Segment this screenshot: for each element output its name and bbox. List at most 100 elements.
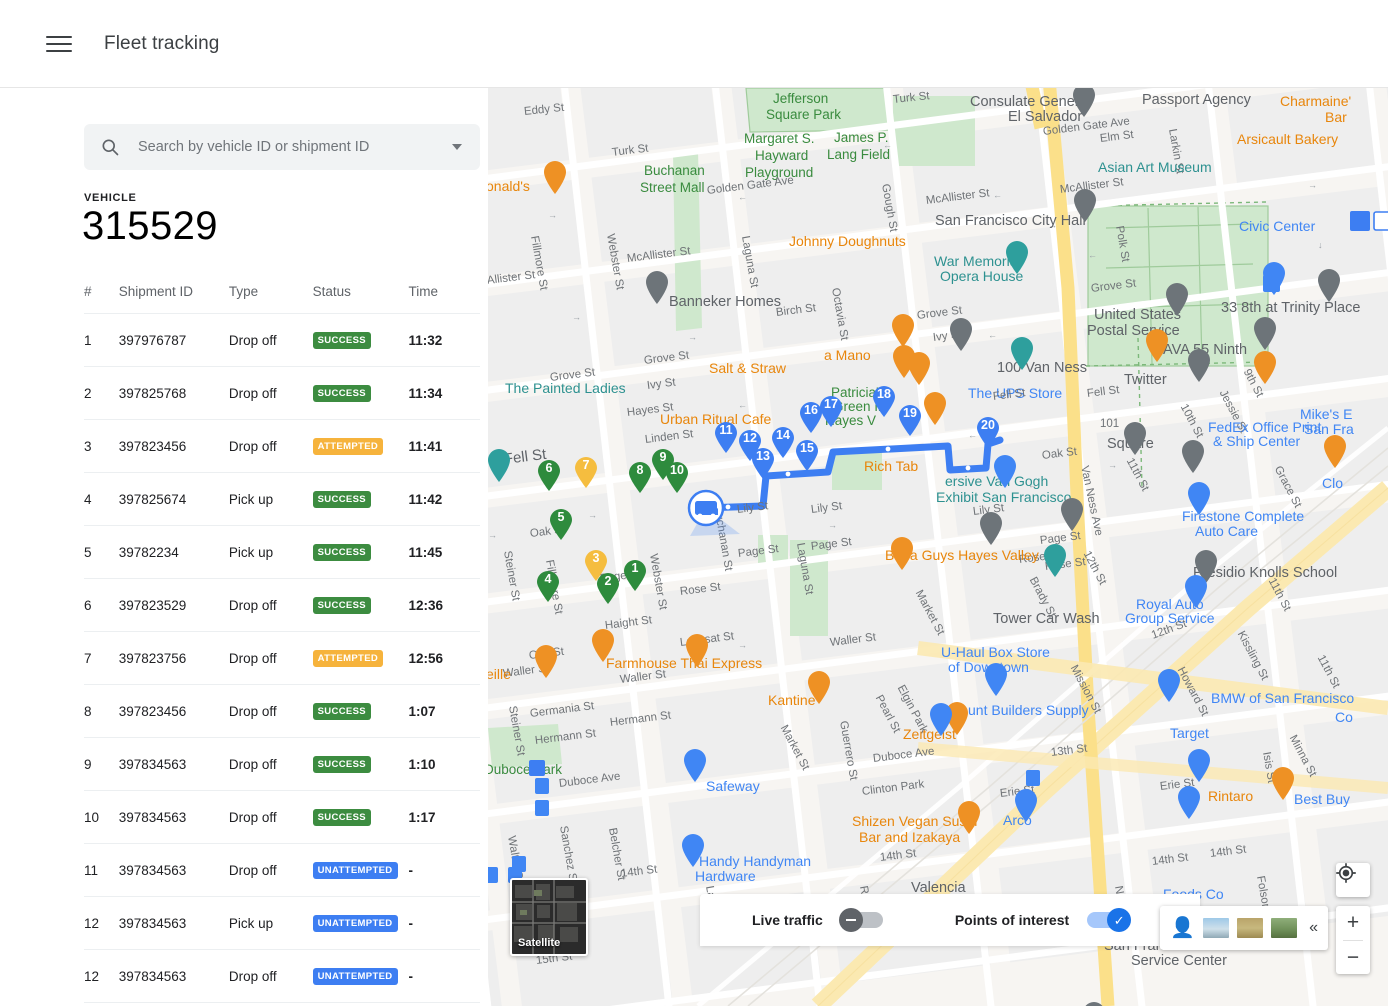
- cell-status: ATTEMPTED: [313, 632, 409, 685]
- satellite-toggle[interactable]: Satellite: [510, 878, 588, 956]
- stop-pin-number: 19: [897, 406, 923, 420]
- cell-type: Drop off: [229, 1003, 313, 1006]
- stop-pin-20[interactable]: 20: [975, 415, 1001, 449]
- table-row[interactable]: 12397834563Drop offUNATTEMPTED-: [84, 950, 480, 1003]
- column-header-num: #: [84, 284, 119, 314]
- cell-shipment-id: 397834563: [119, 844, 229, 897]
- cell-shipment-id: 397976787: [119, 314, 229, 367]
- search-icon: [100, 137, 120, 157]
- table-row[interactable]: 10397834563Drop offSUCCESS1:17: [84, 791, 480, 844]
- cell-shipment-id: 397834563: [119, 791, 229, 844]
- stop-pin-number: 4: [535, 572, 561, 586]
- table-row[interactable]: 8397823456Drop offSUCCESS1:07: [84, 685, 480, 738]
- status-badge: SUCCESS: [313, 703, 371, 720]
- live-traffic-label: Live traffic: [752, 912, 823, 928]
- cell-type: Pick up: [229, 897, 313, 950]
- chevron-down-icon[interactable]: [452, 144, 462, 150]
- shipments-table: # Shipment ID Type Status Time 139797678…: [84, 284, 480, 1006]
- table-row[interactable]: 3397823456Drop offATTEMPTED11:41: [84, 420, 480, 473]
- stop-pin-3[interactable]: 3: [583, 548, 609, 582]
- vehicle-label: VEHICLE: [84, 192, 137, 204]
- map-options-bar: Live traffic Points of interest ✓: [700, 894, 1200, 946]
- my-location-icon[interactable]: [1336, 863, 1370, 897]
- cell-time: 12:56: [409, 632, 480, 685]
- cell-type: Drop off: [229, 632, 313, 685]
- stop-pin-4[interactable]: 4: [535, 569, 561, 603]
- table-body: 1397976787Drop offSUCCESS11:322397825768…: [84, 314, 480, 1006]
- stop-pin-number: 17: [818, 397, 844, 411]
- table-row[interactable]: 9397834563Drop offSUCCESS1:10: [84, 738, 480, 791]
- cell-shipment-id: 39782234: [119, 526, 229, 579]
- pegman-icon[interactable]: 👤: [1170, 918, 1195, 938]
- app-bar: Fleet tracking: [0, 0, 1388, 88]
- search-bar[interactable]: [84, 124, 480, 170]
- stop-pin-15[interactable]: 15: [794, 438, 820, 472]
- cell-status: UNATTEMPTED: [313, 844, 409, 897]
- cell-type: Drop off: [229, 844, 313, 897]
- expand-chevron-icon[interactable]: «: [1309, 919, 1318, 937]
- cell-shipment-id: 397823456: [119, 420, 229, 473]
- cell-status: UNATTEMPTED: [313, 1003, 409, 1006]
- street-view-thumb-2[interactable]: [1237, 918, 1263, 938]
- live-traffic-toggle-item[interactable]: Live traffic: [752, 912, 883, 928]
- cell-num: 12: [84, 897, 119, 950]
- street-view-thumb-1[interactable]: [1203, 918, 1229, 938]
- cell-num: 5: [84, 526, 119, 579]
- cell-type: Pick up: [229, 473, 313, 526]
- stop-pin-18[interactable]: 18: [871, 384, 897, 418]
- stop-pin-19[interactable]: 19: [897, 403, 923, 437]
- table-row[interactable]: 6397823529Drop offSUCCESS12:36: [84, 579, 480, 632]
- status-badge: SUCCESS: [313, 385, 371, 402]
- search-input[interactable]: [138, 139, 452, 155]
- cell-num: 8: [84, 685, 119, 738]
- column-header-status: Status: [313, 284, 409, 314]
- stop-pin-11[interactable]: 11: [713, 420, 739, 454]
- cell-status: ATTEMPTED: [313, 420, 409, 473]
- table-row[interactable]: 12397834563Pick upUNATTEMPTED-: [84, 897, 480, 950]
- status-badge: SUCCESS: [313, 597, 371, 614]
- street-view-thumb-3[interactable]: [1271, 918, 1297, 938]
- stop-pin-1[interactable]: 1: [622, 558, 648, 592]
- table-row[interactable]: 4397825674Pick upSUCCESS11:42: [84, 473, 480, 526]
- stop-pin-14[interactable]: 14: [770, 425, 796, 459]
- live-traffic-switch[interactable]: [841, 912, 883, 928]
- street-view-bar[interactable]: 👤 «: [1160, 906, 1328, 950]
- stop-pin-17[interactable]: 17: [818, 394, 844, 428]
- points-of-interest-toggle-item[interactable]: Points of interest ✓: [955, 912, 1129, 928]
- table-row[interactable]: 7397823756Drop offATTEMPTED12:56: [84, 632, 480, 685]
- hamburger-menu-icon[interactable]: [46, 31, 72, 57]
- cell-num: 1: [84, 314, 119, 367]
- vehicle-id: 315529: [82, 204, 218, 249]
- zoom-controls[interactable]: + −: [1336, 906, 1370, 974]
- table-row[interactable]: 1397976787Drop offSUCCESS11:32: [84, 314, 480, 367]
- cell-num: 7: [84, 632, 119, 685]
- cell-time: -: [409, 897, 480, 950]
- status-badge: UNATTEMPTED: [313, 862, 398, 879]
- stop-pin-number: 14: [770, 428, 796, 442]
- table-row[interactable]: 11397834563Drop offUNATTEMPTED-: [84, 844, 480, 897]
- status-badge: UNATTEMPTED: [313, 968, 398, 985]
- zoom-out-button[interactable]: −: [1336, 940, 1370, 974]
- cell-shipment-id: 397834563: [119, 897, 229, 950]
- points-of-interest-switch[interactable]: ✓: [1087, 912, 1129, 928]
- zoom-in-button[interactable]: +: [1336, 906, 1370, 940]
- map-canvas[interactable]: →← →→ ←→ ←→ →← ←← ←→ →↓ →→ ←→ Eddy StTur…: [488, 88, 1388, 1006]
- cell-status: SUCCESS: [313, 685, 409, 738]
- status-badge: SUCCESS: [313, 491, 371, 508]
- table-row[interactable]: 2397825768Drop offSUCCESS11:34: [84, 367, 480, 420]
- cell-type: Drop off: [229, 579, 313, 632]
- cell-type: Pick up: [229, 526, 313, 579]
- cell-time: 11:45: [409, 526, 480, 579]
- stop-pin-number: 12: [737, 431, 763, 445]
- status-badge: UNATTEMPTED: [313, 915, 398, 932]
- stop-pin-5[interactable]: 5: [548, 507, 574, 541]
- stop-pin-6[interactable]: 6: [536, 458, 562, 492]
- table-row[interactable]: 13397834563Drop offUNATTEMPTED-: [84, 1003, 480, 1006]
- stop-pin-7[interactable]: 7: [573, 455, 599, 489]
- cell-type: Drop off: [229, 314, 313, 367]
- table-row[interactable]: 539782234Pick upSUCCESS11:45: [84, 526, 480, 579]
- status-badge: ATTEMPTED: [313, 650, 384, 667]
- stop-pin-number: 11: [713, 423, 739, 437]
- cell-num: 9: [84, 738, 119, 791]
- cell-time: -: [409, 844, 480, 897]
